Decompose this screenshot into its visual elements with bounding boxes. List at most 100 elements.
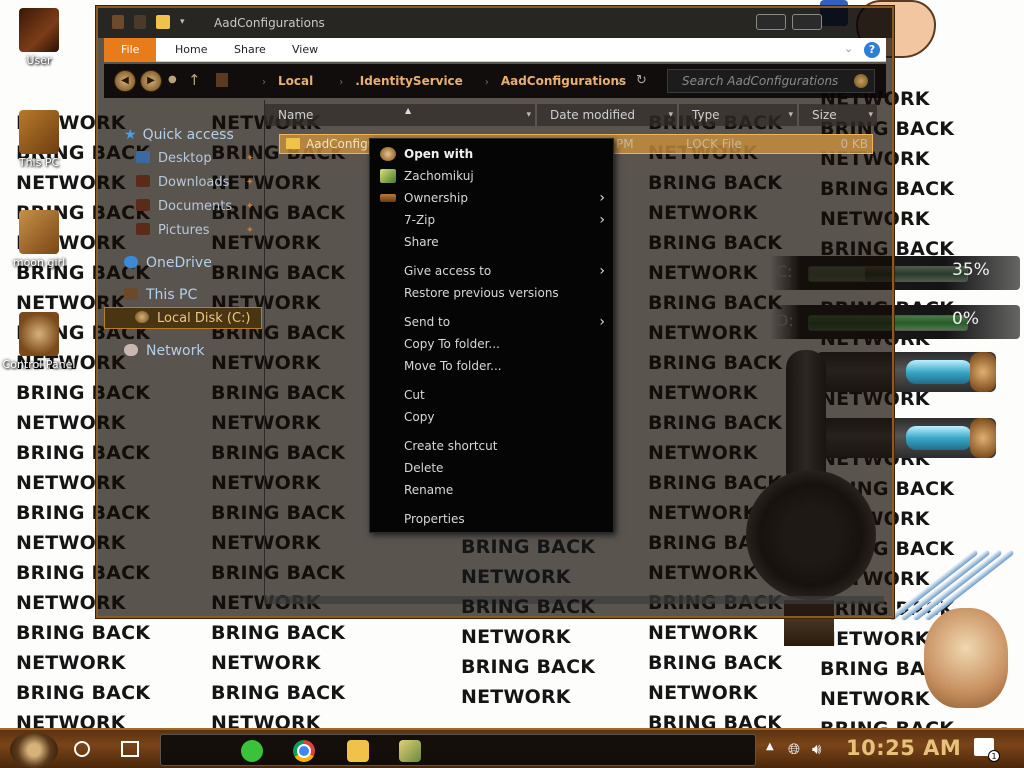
tab-file[interactable]: File — [104, 38, 157, 62]
chevron-down-icon[interactable]: ▾ — [526, 104, 531, 126]
forward-button[interactable]: ▶ — [140, 70, 162, 92]
nav-documents[interactable]: Documents ✦ — [104, 196, 262, 218]
expand-ribbon-icon[interactable]: ⌄ — [844, 43, 856, 55]
menu-item-ownership[interactable]: Ownership › — [370, 187, 613, 209]
nav-label: Local Disk (C:) — [157, 311, 251, 326]
folder-icon — [156, 15, 170, 29]
search-circle-icon[interactable] — [74, 741, 90, 757]
menu-item-delete[interactable]: Delete — [370, 457, 613, 479]
breadcrumb[interactable]: › Local › .IdentityService › AadConfiguration… — [216, 64, 626, 98]
wallpaper-text: BRING BACK — [461, 536, 596, 558]
recent-locations-icon[interactable]: ● — [168, 74, 177, 85]
zachomikuj-icon — [380, 169, 396, 183]
refresh-icon[interactable]: ↻ — [636, 73, 647, 88]
menu-item-cut[interactable]: Cut — [370, 384, 613, 406]
menu-item-restore-previous[interactable]: Restore previous versions — [370, 282, 613, 304]
desktop-icon-moon-girl[interactable]: moon girl — [0, 210, 78, 269]
hamster-decoration — [924, 608, 1008, 708]
up-arrow-icon[interactable]: ↑ — [188, 71, 201, 89]
wallpaper-text: BRING BACK — [648, 652, 783, 674]
wallpaper-text: NETWORK — [211, 652, 321, 674]
menu-item-open-with[interactable]: Open with — [370, 143, 613, 165]
title-bar[interactable]: ▾ AadConfigurations — [98, 8, 892, 38]
menu-item-zachomikuj[interactable]: Zachomikuj — [370, 165, 613, 187]
chevron-right-icon: › — [599, 263, 605, 279]
new-folder-icon[interactable] — [134, 15, 146, 29]
show-hidden-icons-icon[interactable]: ▲ — [766, 741, 774, 752]
menu-item-properties[interactable]: Properties — [370, 508, 613, 530]
file-explorer-icon[interactable] — [347, 740, 369, 762]
tab-share[interactable]: Share — [223, 38, 277, 62]
chevron-down-icon[interactable]: ▾ — [788, 104, 793, 126]
help-icon[interactable]: ? — [864, 42, 880, 58]
nav-downloads[interactable]: Downloads ✦ — [104, 172, 262, 194]
column-header-date[interactable]: Date modified ▾ — [537, 104, 677, 126]
chevron-down-icon[interactable]: ▾ — [868, 104, 873, 126]
task-view-icon[interactable] — [121, 741, 139, 757]
menu-item-label: Rename — [404, 483, 454, 497]
nav-onedrive[interactable]: OneDrive — [104, 252, 262, 274]
minimize-button[interactable] — [756, 14, 786, 30]
start-button[interactable] — [10, 732, 58, 768]
breadcrumb-item[interactable]: AadConfigurations — [501, 74, 626, 88]
column-header-type[interactable]: Type ▾ — [679, 104, 797, 126]
breadcrumb-item[interactable]: .IdentityService — [355, 74, 463, 88]
globe-icon[interactable]: 🌐︎ — [788, 740, 800, 758]
drive-icon — [216, 73, 228, 87]
menu-item-give-access[interactable]: Give access to › — [370, 260, 613, 282]
column-header-name[interactable]: ▲ Name ▾ — [265, 104, 535, 126]
search-input[interactable]: Search AadConfigurations — [667, 69, 875, 93]
search-icon[interactable] — [854, 74, 868, 88]
nav-quick-access[interactable]: ★ Quick access — [104, 124, 262, 146]
menu-item-rename[interactable]: Rename — [370, 479, 613, 501]
notification-icon[interactable]: 1 — [974, 738, 1000, 762]
chevron-down-icon[interactable]: ▾ — [180, 17, 185, 27]
address-dropdown-icon[interactable]: ⌄ — [614, 74, 623, 87]
menu-item-send-to[interactable]: Send to › — [370, 311, 613, 333]
tab-home[interactable]: Home — [164, 38, 218, 62]
nav-label: Pictures — [158, 223, 210, 238]
nav-desktop[interactable]: Desktop ✦ — [104, 148, 262, 170]
chevron-right-icon: › — [599, 314, 605, 330]
desktop-icon-this-pc[interactable]: This PC — [0, 110, 78, 169]
column-header-size[interactable]: Size ▾ — [799, 104, 877, 126]
menu-item-move-to-folder[interactable]: Move To folder... — [370, 355, 613, 377]
maximize-button[interactable] — [792, 14, 822, 30]
menu-item-7zip[interactable]: 7-Zip › — [370, 209, 613, 231]
menu-item-share[interactable]: Share — [370, 231, 613, 253]
menu-item-label: Copy To folder... — [404, 337, 500, 351]
pictures-icon — [136, 223, 150, 235]
breadcrumb-item[interactable]: Local — [278, 74, 313, 88]
wallpaper-text: BRING BACK — [461, 656, 596, 678]
clock[interactable]: 10:25 AM — [846, 736, 961, 760]
nav-pictures[interactable]: Pictures ✦ — [104, 220, 262, 242]
menu-item-copy-to-folder[interactable]: Copy To folder... — [370, 333, 613, 355]
spotify-icon[interactable] — [241, 740, 263, 762]
syringes-decoration — [880, 520, 1015, 622]
cloud-icon — [124, 256, 138, 268]
navigation-pane: ★ Quick access Desktop ✦ Downloads ✦ Docume… — [104, 100, 262, 600]
nav-this-pc[interactable]: This PC — [104, 284, 262, 306]
chrome-icon[interactable] — [293, 740, 315, 762]
desktop-icon-control-panel[interactable]: Control Panel — [0, 312, 78, 371]
properties-icon[interactable] — [112, 15, 124, 29]
chevron-down-icon[interactable]: ▾ — [668, 104, 673, 126]
nav-local-disk-c[interactable]: Local Disk (C:) — [104, 307, 262, 329]
taskbar-apps — [160, 734, 756, 766]
desktop-icon-user[interactable]: User — [0, 8, 78, 67]
nav-network[interactable]: Network — [104, 340, 262, 362]
nav-label: OneDrive — [146, 255, 212, 271]
wallpaper-text: NETWORK — [648, 682, 758, 704]
menu-item-copy[interactable]: Copy — [370, 406, 613, 428]
control-panel-icon — [19, 312, 59, 356]
menu-item-create-shortcut[interactable]: Create shortcut — [370, 435, 613, 457]
back-button[interactable]: ◀ — [114, 70, 136, 92]
desktop-icon — [136, 151, 150, 163]
tab-view[interactable]: View — [281, 38, 329, 62]
file-name: AadConfigu — [306, 137, 376, 151]
menu-item-label: Restore previous versions — [404, 286, 559, 300]
menu-item-label: Zachomikuj — [404, 169, 474, 183]
nav-label: Documents — [158, 199, 233, 214]
photo-viewer-icon[interactable] — [399, 740, 421, 762]
volume-icon[interactable]: 🔊︎ — [812, 740, 821, 758]
